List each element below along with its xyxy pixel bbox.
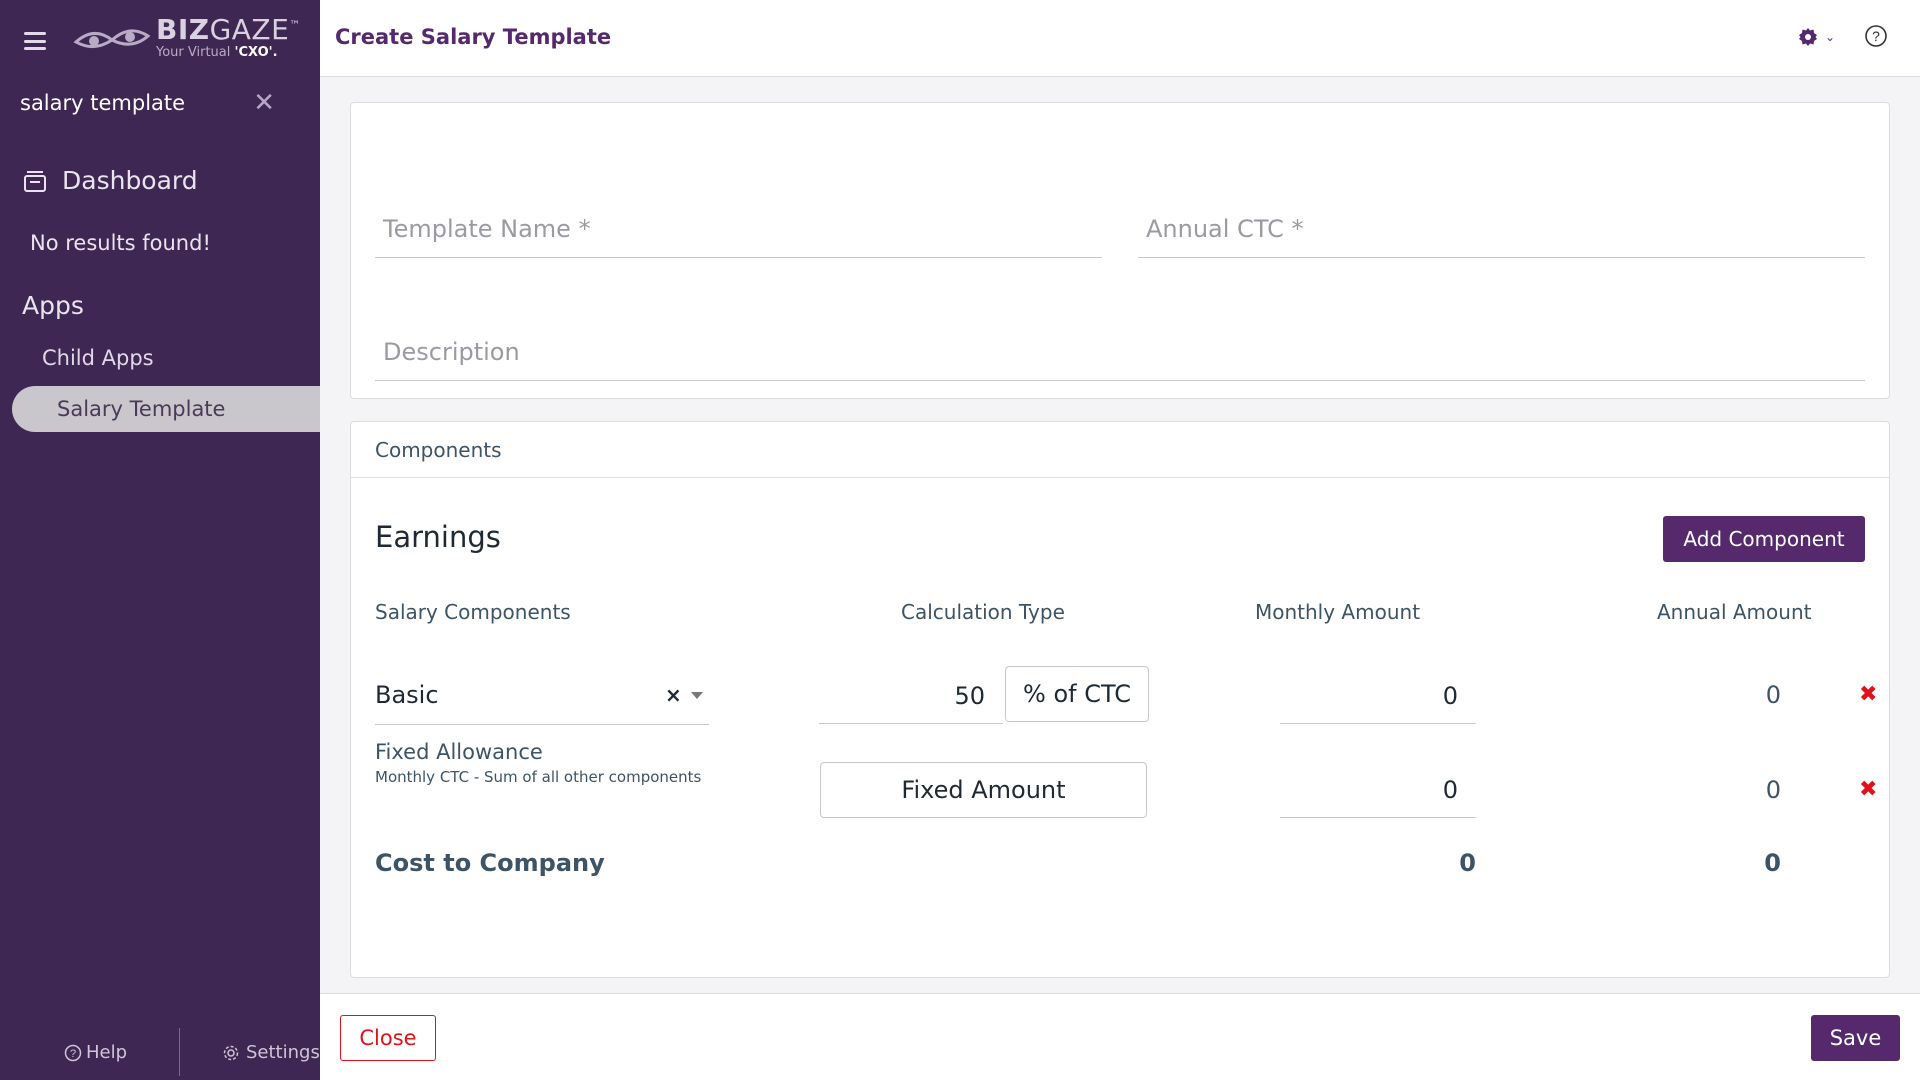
calc-type-fixed-amount: Fixed Amount (820, 762, 1147, 818)
svg-text:?: ? (1872, 28, 1880, 44)
settings-icon (223, 1045, 239, 1060)
dropdown-caret-icon[interactable] (691, 692, 703, 699)
logo-tagline-bold: 'CXO'. (234, 45, 278, 60)
logo-eyes-icon (73, 28, 151, 48)
annual-amount-basic: 0 (1765, 681, 1781, 709)
delete-row-icon[interactable]: ✖ (1859, 777, 1877, 802)
cost-to-company-monthly: 0 (1459, 849, 1476, 877)
help-circle-icon[interactable]: ? (1864, 24, 1888, 48)
col-annual-amount: Annual Amount (1657, 600, 1812, 624)
add-component-button[interactable]: Add Component (1663, 516, 1865, 562)
clear-selection-icon[interactable]: × (665, 683, 682, 707)
help-link[interactable]: ? Help (64, 1042, 127, 1063)
component-select-basic[interactable]: Basic × (375, 665, 709, 725)
gear-icon (1799, 28, 1817, 46)
settings-link[interactable]: Settings (222, 1042, 320, 1063)
svg-text:?: ? (70, 1048, 76, 1060)
help-icon: ? (64, 1044, 82, 1061)
template-name-field[interactable]: Template Name * (375, 203, 1102, 258)
sidebar-item-salary-template[interactable]: Salary Template (12, 386, 320, 432)
menu-icon[interactable] (24, 32, 46, 50)
sidebar-footer: ? Help Settings (0, 1028, 320, 1080)
annual-ctc-field[interactable]: Annual CTC * (1138, 203, 1865, 258)
close-button[interactable]: Close (340, 1015, 436, 1061)
clear-search-icon[interactable]: ✕ (253, 90, 275, 116)
cost-to-company-label: Cost to Company (375, 849, 605, 877)
logo-trademark: ™ (289, 18, 301, 32)
sidebar-item-child-apps[interactable]: Child Apps (42, 346, 154, 370)
components-card: Components Earnings Add Component Salary… (350, 421, 1890, 978)
component-select-value: Basic (375, 681, 439, 709)
sidebar-search[interactable]: salary template ✕ (20, 90, 275, 116)
components-section-title: Components (351, 422, 1889, 478)
main-content: Template Name * Annual CTC * Description… (320, 78, 1920, 993)
annual-amount-fixed: 0 (1765, 776, 1781, 804)
logo[interactable]: BIZGAZE™ Your Virtual 'CXO'. (72, 16, 301, 59)
annual-ctc-placeholder: Annual CTC * (1146, 215, 1304, 243)
settings-dropdown[interactable]: ⌄ (1797, 26, 1835, 48)
form-footer: Close Save (320, 993, 1920, 1080)
header: Create Salary Template ⌄ ? (320, 0, 1920, 77)
logo-brand-bold: BIZ (156, 13, 210, 46)
no-results-text: No results found! (30, 231, 211, 255)
footer-divider (179, 1028, 180, 1076)
template-name-placeholder: Template Name * (383, 215, 591, 243)
percent-input[interactable]: 50 (819, 668, 1003, 724)
monthly-amount-input-fixed[interactable]: 0 (1280, 762, 1476, 818)
logo-tagline: Your Virtual (156, 45, 235, 60)
earnings-heading: Earnings (375, 520, 501, 554)
fixed-allowance-label: Fixed Allowance (375, 740, 543, 764)
monthly-amount-input-basic[interactable]: 0 (1280, 668, 1476, 724)
dashboard-icon (24, 170, 46, 192)
fixed-allowance-note: Monthly CTC - Sum of all other component… (375, 768, 702, 786)
sidebar: BIZGAZE™ Your Virtual 'CXO'. salary temp… (0, 0, 320, 1080)
template-details-card: Template Name * Annual CTC * Description (350, 102, 1890, 399)
delete-row-icon[interactable]: ✖ (1859, 682, 1877, 707)
sidebar-search-input[interactable]: salary template (20, 91, 185, 115)
sidebar-item-dashboard[interactable]: Dashboard (22, 166, 198, 195)
chevron-down-icon: ⌄ (1825, 30, 1836, 44)
description-placeholder: Description (383, 338, 520, 366)
col-calculation-type: Calculation Type (901, 600, 1065, 624)
cost-to-company-annual: 0 (1764, 849, 1781, 877)
col-monthly-amount: Monthly Amount (1255, 600, 1421, 624)
dashboard-label: Dashboard (62, 166, 198, 195)
logo-brand-light: GAZE (209, 13, 290, 46)
page-title: Create Salary Template (335, 25, 612, 49)
settings-label: Settings (246, 1042, 320, 1063)
apps-heading: Apps (22, 291, 84, 320)
calc-type-percent-ctc[interactable]: % of CTC (1005, 666, 1149, 722)
col-salary-components: Salary Components (375, 600, 571, 624)
description-field[interactable]: Description (375, 326, 1865, 381)
save-button[interactable]: Save (1811, 1015, 1900, 1061)
help-label: Help (86, 1042, 128, 1063)
